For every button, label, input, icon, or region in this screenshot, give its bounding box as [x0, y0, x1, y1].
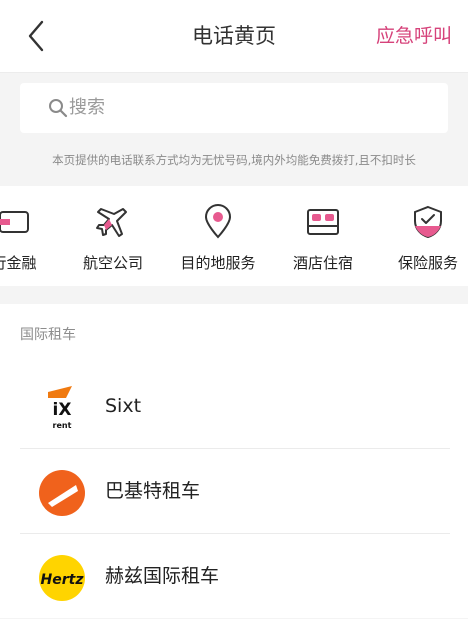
shield-check-icon [414, 205, 442, 239]
category-label: 酒店住宿 [292, 254, 353, 272]
free-call-notice: 本页提供的电话联系方式均为无忧号码,境内外均能免费拨打,且不扣时长 [52, 153, 416, 167]
list-item-name: 赫兹国际租车 [105, 565, 220, 587]
hertz-logo: Hertz [39, 555, 85, 601]
category-strip[interactable]: 行金融 航空公司 目的地服务 酒店住宿 保险服务 [0, 186, 468, 286]
svg-text:Hertz: Hertz [41, 572, 85, 588]
list-item-name: Sixt [105, 395, 142, 417]
category-insurance[interactable]: 保险服务 [378, 186, 468, 286]
svg-text:rent: rent [53, 421, 72, 430]
category-label: 保险服务 [397, 254, 458, 272]
search-placeholder: 搜索 [69, 97, 105, 118]
list-item-hertz[interactable]: Hertz 赫兹国际租车 [20, 534, 450, 619]
list-item-budget[interactable]: 巴基特租车 [20, 449, 450, 534]
search-input[interactable]: 搜索 [20, 83, 448, 133]
car-rental-section: 国际租车 iX rent Sixt 巴基特租车 Hertz 赫兹国际租车 [0, 304, 468, 618]
category-airline[interactable]: 航空公司 [63, 186, 163, 286]
bed-icon [307, 209, 339, 235]
budget-logo [39, 470, 85, 516]
category-destination[interactable]: 目的地服务 [168, 186, 268, 286]
svg-text:iX: iX [53, 400, 72, 420]
category-label: 目的地服务 [180, 254, 256, 272]
category-hotel[interactable]: 酒店住宿 [273, 186, 373, 286]
location-pin-icon [204, 204, 232, 239]
emergency-call-button[interactable]: 应急呼叫 [376, 0, 452, 72]
list-item-sixt[interactable]: iX rent Sixt [20, 364, 450, 449]
list-item-name: 巴基特租车 [105, 480, 201, 502]
section-title: 国际租车 [20, 327, 76, 343]
airplane-icon [96, 208, 127, 237]
category-label: 航空公司 [82, 254, 143, 272]
search-bar-container: 搜索 [0, 73, 468, 145]
card-icon [0, 211, 29, 233]
top-nav-bar: 电话黄页 应急呼叫 [0, 0, 468, 73]
search-icon [49, 99, 68, 118]
sixt-logo: iX rent [40, 386, 84, 430]
